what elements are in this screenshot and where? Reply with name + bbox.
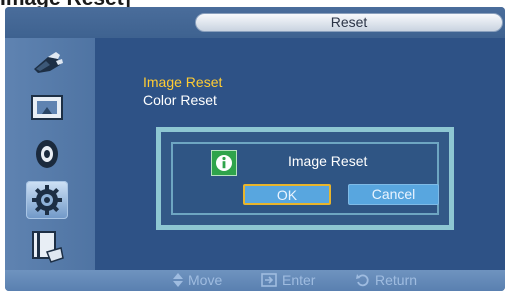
hint-return: Return <box>356 272 417 288</box>
hint-bar: Move Enter Return <box>5 270 505 291</box>
sidebar <box>5 38 95 270</box>
picture-icon <box>31 95 63 120</box>
ok-button[interactable]: OK <box>243 184 331 205</box>
confirm-dialog: Image Reset OK Cancel <box>156 127 454 230</box>
input-source-icon <box>34 52 63 73</box>
hint-return-label: Return <box>375 272 418 288</box>
hint-enter-label: Enter <box>282 272 316 288</box>
hint-move-label: Move <box>188 272 223 288</box>
hint-enter: Enter <box>261 272 315 288</box>
content-panel: Image Reset Color Reset Image Reset OK C… <box>95 38 505 270</box>
enter-icon <box>261 273 277 287</box>
move-arrows-icon <box>173 273 183 287</box>
osd-window: Reset Image Reset Color Reset Image Rese… <box>5 7 505 291</box>
sidebar-item-setup[interactable] <box>26 181 68 219</box>
menu-item-color-reset[interactable]: Color Reset <box>143 92 217 108</box>
setup-gear-icon <box>32 185 62 215</box>
cancel-button[interactable]: Cancel <box>348 184 439 205</box>
info-icon <box>211 150 237 176</box>
dialog-message: Image Reset <box>288 153 368 169</box>
dialog-body: Image Reset OK Cancel <box>171 142 439 215</box>
sound-icon <box>36 140 58 168</box>
sidebar-item-multi-control[interactable] <box>26 228 68 266</box>
title-bar: Reset <box>5 7 505 38</box>
osd-title: Reset <box>195 13 503 32</box>
sidebar-item-picture[interactable] <box>26 89 68 127</box>
sidebar-item-sound[interactable] <box>26 135 68 173</box>
return-icon <box>356 274 369 287</box>
hint-move: Move <box>173 272 222 288</box>
sidebar-item-input[interactable] <box>26 44 68 82</box>
menu-item-image-reset[interactable]: Image Reset <box>143 74 222 90</box>
multi-control-icon <box>32 231 64 263</box>
